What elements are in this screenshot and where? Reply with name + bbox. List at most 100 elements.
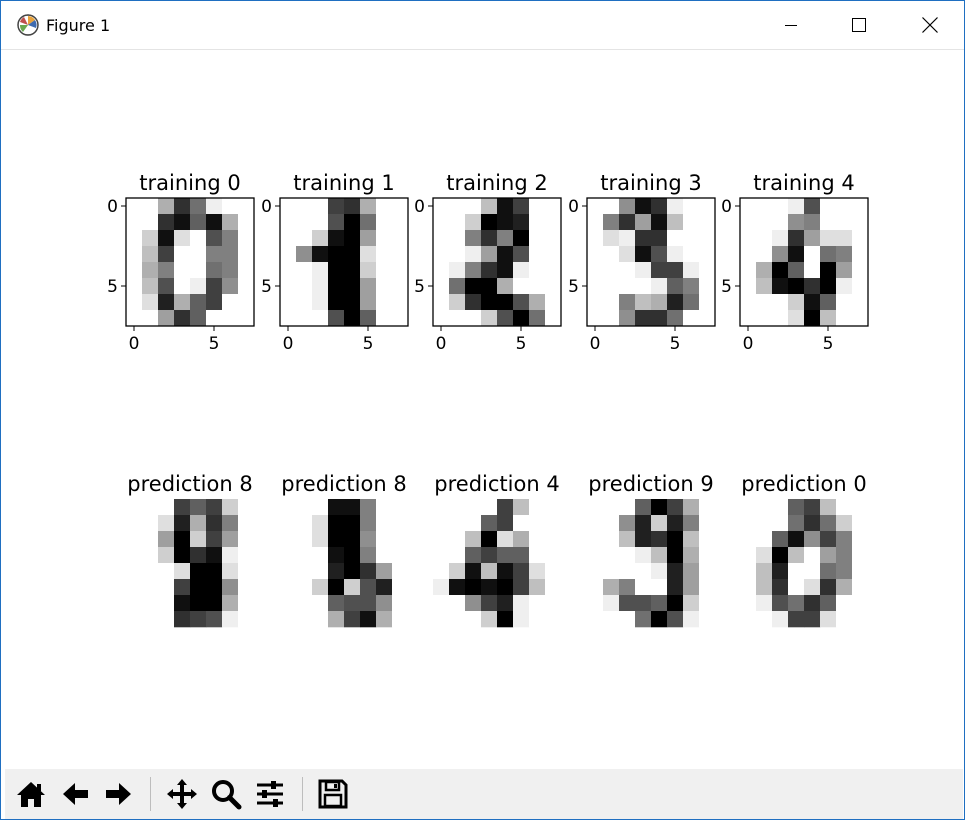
- pixel-cell: [449, 198, 466, 215]
- pixel-cell: [836, 262, 853, 279]
- forward-arrow-icon: [106, 783, 131, 805]
- pixel-cell: [651, 563, 668, 580]
- minimize-button[interactable]: [768, 1, 814, 49]
- pixel-cell: [820, 563, 837, 580]
- pixel-cell: [206, 294, 223, 311]
- pixel-cell: [465, 198, 482, 215]
- subplot-panel: prediction 8: [126, 472, 255, 628]
- pixel-cell: [328, 214, 345, 231]
- pixel-cell: [360, 499, 377, 516]
- zoom-button[interactable]: [206, 775, 246, 813]
- pixel-cell: [545, 294, 562, 311]
- pixel-cell: [587, 563, 604, 580]
- pixel-cell: [756, 595, 773, 612]
- pixel-cell: [312, 499, 329, 516]
- pixel-cell: [852, 230, 869, 247]
- pixel-cell: [513, 214, 530, 231]
- configure-subplots-button[interactable]: [250, 775, 290, 813]
- pixel-cell: [587, 611, 604, 628]
- pixel-cell: [587, 214, 604, 231]
- pixel-cell: [603, 595, 620, 612]
- pixel-cell: [206, 611, 223, 628]
- pixel-cell: [174, 262, 191, 279]
- pixel-cell: [603, 515, 620, 532]
- subplot-panel: prediction 0: [740, 472, 869, 628]
- pixel-cell: [158, 531, 175, 548]
- pixel-cell: [788, 515, 805, 532]
- forward-button[interactable]: [99, 775, 139, 813]
- pixel-cell: [142, 499, 159, 516]
- pixel-cell: [142, 278, 159, 295]
- pixel-cell: [481, 262, 498, 279]
- pixel-cell: [280, 246, 297, 263]
- pixel-cell: [344, 278, 361, 295]
- pixel-cell: [651, 595, 668, 612]
- pixel-cell: [142, 198, 159, 215]
- pixel-cell: [804, 531, 821, 548]
- pixel-cell: [545, 563, 562, 580]
- pixel-cell: [433, 531, 450, 548]
- subplot-title: prediction 4: [434, 472, 559, 496]
- pixel-cell: [158, 294, 175, 311]
- pixel-cell: [392, 563, 409, 580]
- pixel-cell: [513, 595, 530, 612]
- pixel-cell: [699, 246, 716, 263]
- pixel-cell: [206, 246, 223, 263]
- pixel-cell: [481, 278, 498, 295]
- pixel-cell: [376, 595, 393, 612]
- pixel-cell: [545, 278, 562, 295]
- pixel-cell: [497, 294, 514, 311]
- pixel-cell: [603, 547, 620, 564]
- pixel-cell: [852, 547, 869, 564]
- pixel-cell: [449, 262, 466, 279]
- pixel-cell: [222, 563, 239, 580]
- subplot-title: prediction 8: [127, 472, 252, 496]
- subplot-panel: training 3 0 5 0 5: [568, 171, 716, 354]
- pixel-cell: [433, 310, 450, 327]
- pixel-cell: [772, 579, 789, 596]
- title-bar[interactable]: Figure 1: [1, 1, 964, 50]
- pixel-cell: [683, 595, 700, 612]
- pixel-cell: [667, 547, 684, 564]
- pixel-cell: [772, 563, 789, 580]
- pixel-cell: [740, 499, 757, 516]
- pixel-cell: [360, 214, 377, 231]
- pixel-cell: [603, 579, 620, 596]
- pixel-cell: [836, 611, 853, 628]
- pixel-cell: [699, 547, 716, 564]
- pixel-cell: [497, 310, 514, 327]
- pixel-cell: [635, 214, 652, 231]
- pixel-cell: [392, 294, 409, 311]
- pixel-cell: [513, 531, 530, 548]
- y-tick-label: 0: [568, 197, 579, 217]
- pixel-cell: [740, 579, 757, 596]
- maximize-button[interactable]: [836, 1, 882, 49]
- home-button[interactable]: [11, 775, 51, 813]
- back-button[interactable]: [55, 775, 95, 813]
- pixel-cell: [820, 246, 837, 263]
- pixel-cell: [667, 262, 684, 279]
- pixel-cell: [683, 310, 700, 327]
- pixel-cell: [174, 278, 191, 295]
- subplot-panel: training 2 0 5 0 5: [414, 171, 562, 354]
- pixel-cell: [635, 611, 652, 628]
- pixel-cell: [820, 611, 837, 628]
- x-tick-label: 0: [436, 334, 447, 354]
- pixel-cell: [545, 595, 562, 612]
- pixel-cell: [497, 579, 514, 596]
- figure-canvas[interactable]: training 0 0 5 0 5 training 1 0 5 0 5 training 205…: [5, 50, 962, 768]
- pixel-cell: [651, 214, 668, 231]
- close-button[interactable]: [907, 1, 953, 49]
- pixel-cell: [587, 278, 604, 295]
- pixel-cell: [376, 531, 393, 548]
- pixel-cell: [481, 531, 498, 548]
- pixel-cell: [619, 531, 636, 548]
- pan-button[interactable]: [162, 775, 202, 813]
- pixel-cell: [529, 294, 546, 311]
- pixel-cell: [788, 278, 805, 295]
- pixel-cell: [465, 246, 482, 263]
- pixel-cell: [820, 262, 837, 279]
- pixel-cell: [683, 246, 700, 263]
- save-button[interactable]: [313, 775, 353, 813]
- pixel-cell: [756, 547, 773, 564]
